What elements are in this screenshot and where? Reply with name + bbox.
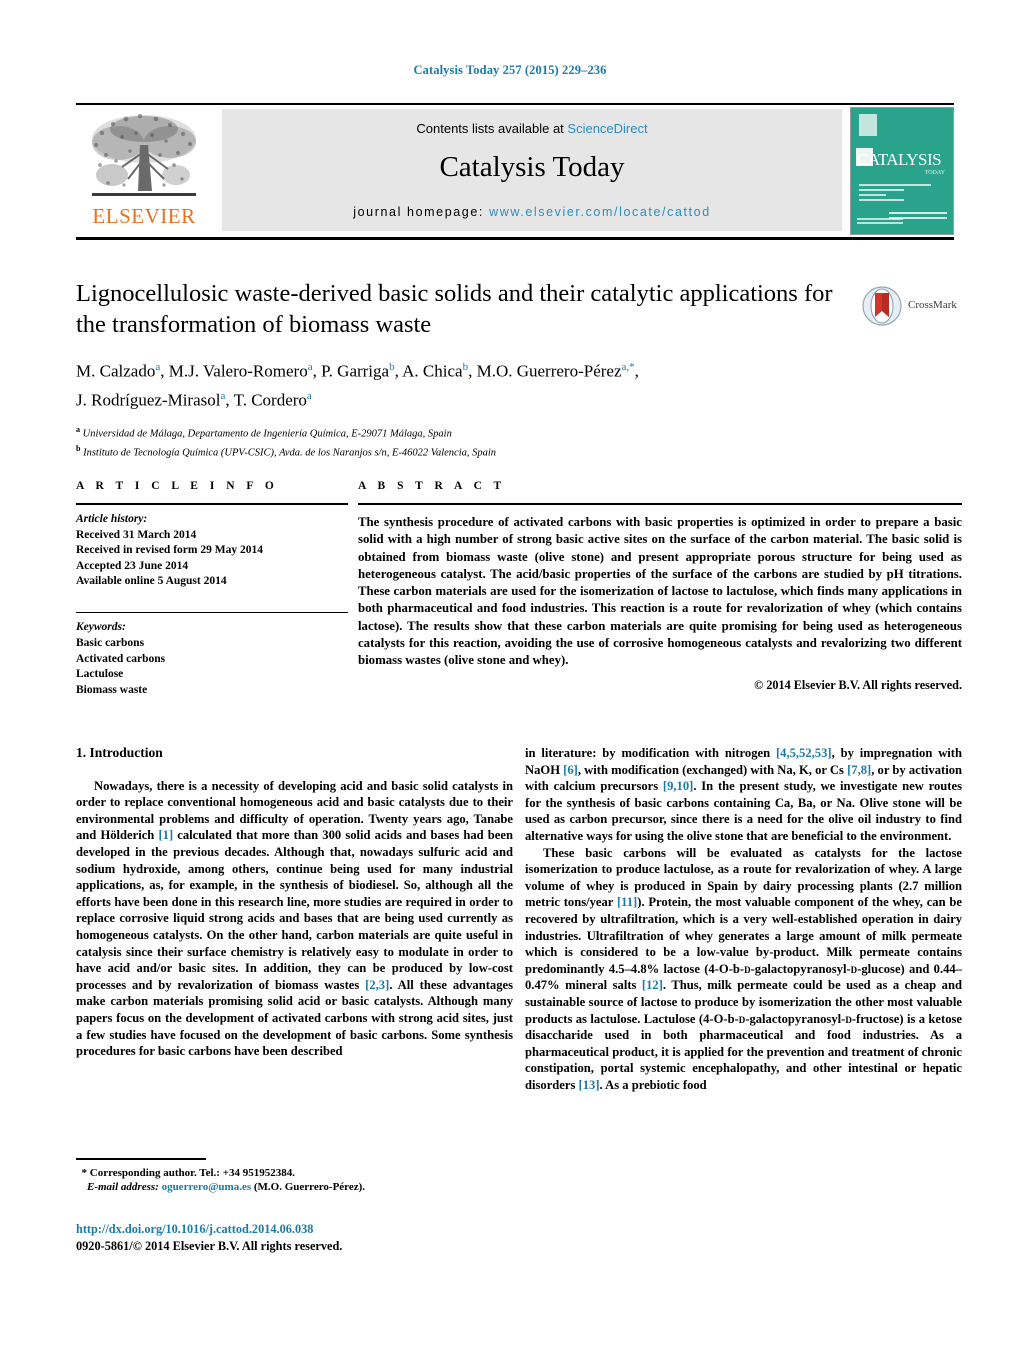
- journal-homepage-link[interactable]: www.elsevier.com/locate/cattod: [489, 205, 711, 219]
- homepage-prefix: journal homepage:: [353, 205, 490, 219]
- affiliation-b-text: Instituto de Tecnología Química (UPV-CSI…: [83, 447, 497, 459]
- page-title: Lignocellulosic waste-derived basic soli…: [76, 280, 833, 338]
- abstract-rule: [358, 503, 962, 505]
- journal-cover-thumbnail: CATALYSIS TODAY: [850, 107, 954, 235]
- journal-masthead: ELSEVIER Contents lists available at Sci…: [76, 103, 954, 240]
- elsevier-logo: ELSEVIER: [78, 109, 210, 231]
- citation-1[interactable]: [1]: [158, 828, 173, 842]
- corresponding-author-footnote: * Corresponding author. Tel.: +34 951952…: [76, 1158, 513, 1195]
- right-p2-h: . As a prebiotic food: [599, 1077, 707, 1092]
- running-head: Catalysis Today 257 (2015) 229–236: [413, 63, 607, 77]
- contents-available-line: Contents lists available at ScienceDirec…: [222, 121, 842, 136]
- contents-prefix: Contents lists available at: [416, 121, 568, 136]
- citation-7-8[interactable]: [7,8]: [847, 763, 871, 777]
- email-owner: (M.O. Guerrero-Pérez).: [253, 1181, 366, 1194]
- keyword-3: Biomass waste: [76, 683, 148, 696]
- affiliation-a: a Universidad de Málaga, Departamento de…: [76, 425, 452, 440]
- masthead-top-rule: [76, 103, 954, 105]
- corresponding-text: Corresponding author. Tel.: +34 95195238…: [89, 1166, 295, 1179]
- email-link[interactable]: oguerrero@uma.es: [162, 1181, 252, 1193]
- cover-elsevier-mark-icon: [859, 114, 877, 136]
- elsevier-tree-icon: [92, 113, 196, 196]
- citation-12[interactable]: [12]: [642, 978, 663, 992]
- intro-left-b: calculated that more than 300 solid acid…: [76, 828, 513, 992]
- keyword-2: Lactulose: [76, 668, 124, 681]
- masthead-bottom-rule: [76, 237, 954, 240]
- affiliation-a-text: Universidad de Málaga, Departamento de I…: [82, 428, 452, 440]
- crossmark-icon[interactable]: [862, 286, 902, 326]
- right-p1-a: in literature: by modification with nitr…: [525, 746, 776, 760]
- keywords-label: Keywords:: [76, 621, 126, 634]
- body-column-left: 1. Introduction Nowadays, there is a nec…: [76, 745, 513, 1060]
- abstract-heading: A B S T R A C T: [358, 480, 506, 492]
- keyword-1: Activated carbons: [76, 652, 166, 665]
- paper-page: Catalysis Today 257 (2015) 229–236 ELSEV…: [0, 0, 1020, 1351]
- citation-11[interactable]: [11]: [617, 895, 637, 909]
- affiliations: a Universidad de Málaga, Departamento de…: [76, 423, 846, 461]
- article-info-heading: A R T I C L E I N F O: [76, 480, 279, 492]
- footnote-corresponding-line: * Corresponding author. Tel.: +34 951952…: [76, 1166, 513, 1181]
- footnote-email-line: E-mail address: oguerrero@uma.es (M.O. G…: [76, 1180, 513, 1195]
- author-line-1: M. Calzadoa, M.J. Valero-Romeroa, P. Gar…: [76, 361, 639, 381]
- intro-paragraph-right-1: in literature: by modification with nitr…: [525, 745, 962, 845]
- corresponding-marker: *: [81, 1166, 88, 1179]
- issn-copyright-line: 0920-5861/© 2014 Elsevier B.V. All right…: [76, 1239, 343, 1253]
- keywords-block: Keywords: Basic carbons Activated carbon…: [76, 620, 348, 698]
- citation-9-10[interactable]: [9,10]: [663, 779, 693, 793]
- citation-2-3[interactable]: [2,3]: [365, 978, 389, 992]
- right-p1-c: , with modification (exchanged) with Na,…: [577, 762, 848, 777]
- citation-4-5-52-53[interactable]: [4,5,52,53]: [776, 746, 832, 760]
- cover-footer-lines: [857, 218, 903, 226]
- cover-journal-title: CATALYSIS: [857, 150, 942, 169]
- crossmark-label: CrossMark: [908, 299, 957, 311]
- body-column-right: in literature: by modification with nitr…: [525, 745, 962, 1093]
- right-p2-f: -galactopyranosyl-: [745, 1011, 846, 1026]
- email-label: E-mail address:: [87, 1181, 159, 1194]
- crossmark-badge-group[interactable]: CrossMark: [862, 286, 962, 328]
- history-item-1: Received in revised form 29 May 2014: [76, 544, 263, 557]
- history-item-2: Accepted 23 June 2014: [76, 559, 189, 572]
- citation-13[interactable]: [13]: [579, 1078, 600, 1092]
- cover-journal-subtitle: TODAY: [924, 170, 945, 176]
- article-history-label: Article history:: [76, 513, 148, 525]
- author-list: M. Calzadoa, M.J. Valero-Romeroa, P. Gar…: [76, 355, 846, 412]
- intro-paragraph-left: Nowadays, there is a necessity of develo…: [76, 778, 513, 1060]
- citation-6[interactable]: [6]: [563, 763, 578, 777]
- cover-text-lines: [859, 184, 931, 204]
- article-history-block: Article history: Received 31 March 2014 …: [76, 512, 348, 590]
- elsevier-wordmark: ELSEVIER: [92, 204, 196, 228]
- abstract-text: The synthesis procedure of activated car…: [358, 515, 962, 668]
- article-info-rule: [76, 503, 348, 505]
- keyword-0: Basic carbons: [76, 637, 145, 650]
- intro-paragraph-right-2: These basic carbons will be evaluated as…: [525, 845, 962, 1094]
- article-info-section: A R T I C L E I N F O Article history: R…: [76, 480, 348, 698]
- author-line-2: J. Rodríguez-Mirasola, T. Corderoa: [76, 389, 312, 410]
- doi-link[interactable]: http://dx.doi.org/10.1016/j.cattod.2014.…: [76, 1222, 576, 1237]
- sciencedirect-link[interactable]: ScienceDirect: [567, 121, 647, 136]
- footnote-rule: [76, 1158, 206, 1160]
- section-heading-introduction: 1. Introduction: [76, 745, 163, 760]
- journal-homepage-line: journal homepage: www.elsevier.com/locat…: [222, 205, 842, 219]
- affiliation-b: b Instituto de Tecnología Química (UPV-C…: [76, 444, 497, 459]
- history-item-0: Received 31 March 2014: [76, 528, 197, 541]
- doi-block: http://dx.doi.org/10.1016/j.cattod.2014.…: [76, 1222, 576, 1254]
- right-p2-c: -galactopyranosyl-: [750, 961, 851, 976]
- abstract-section: A B S T R A C T The synthesis procedure …: [358, 480, 962, 693]
- cover-art: CATALYSIS TODAY: [851, 108, 953, 234]
- history-item-3: Available online 5 August 2014: [76, 575, 227, 588]
- abstract-copyright: © 2014 Elsevier B.V. All rights reserved…: [754, 677, 962, 692]
- journal-banner: Contents lists available at ScienceDirec…: [222, 109, 842, 231]
- keywords-rule: [76, 611, 348, 614]
- journal-title: Catalysis Today: [439, 151, 625, 183]
- title-block: Lignocellulosic waste-derived basic soli…: [76, 278, 846, 461]
